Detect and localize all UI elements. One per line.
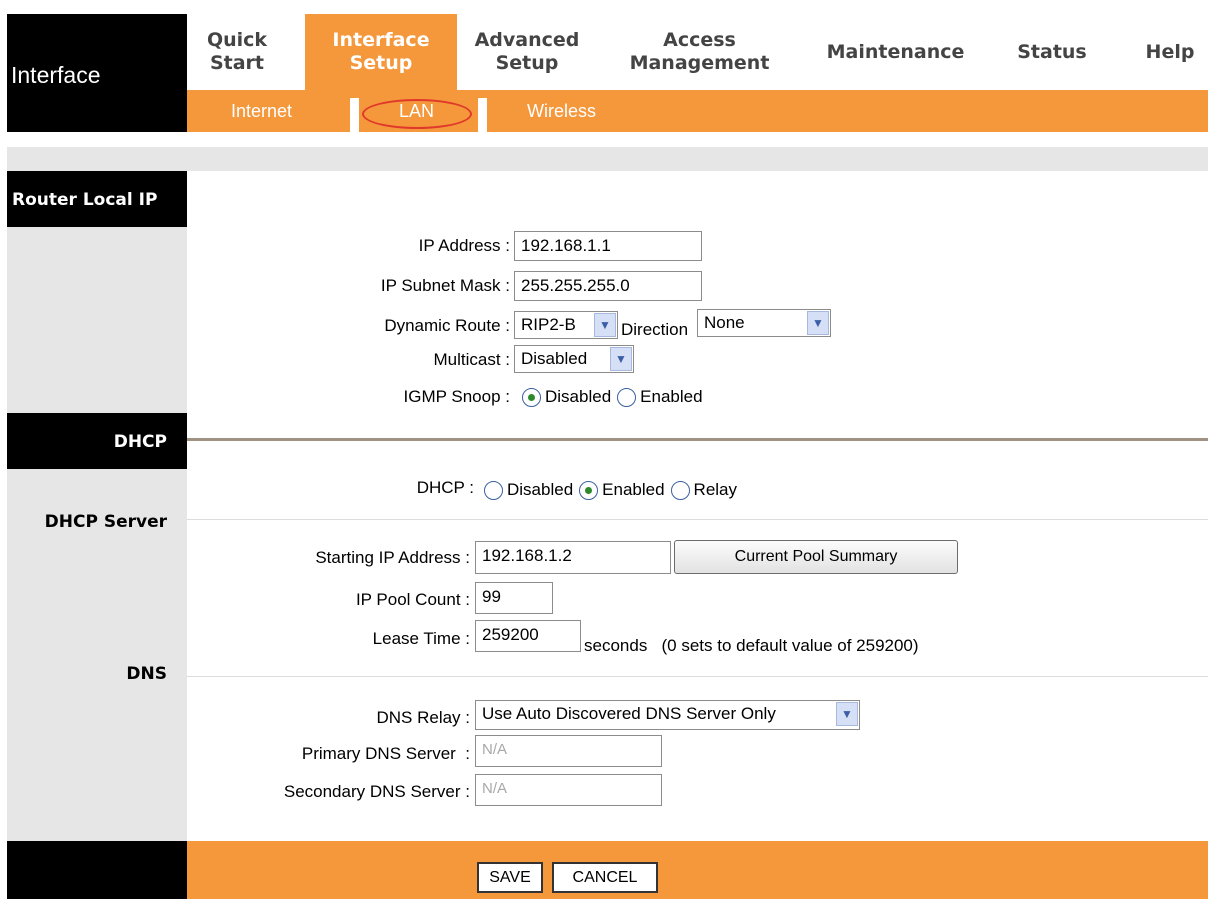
footer-left-block bbox=[7, 841, 187, 899]
divider bbox=[187, 519, 1208, 520]
section-dhcp: DHCP bbox=[7, 413, 187, 469]
ip-pool-count-label: IP Pool Count : bbox=[355, 590, 470, 609]
brand-label: Interface bbox=[11, 62, 101, 88]
ip-pool-count-input[interactable]: 99 bbox=[475, 582, 553, 614]
dhcp-enabled-radio[interactable] bbox=[579, 480, 599, 500]
tab-status[interactable]: Status bbox=[1007, 14, 1097, 90]
top-strip bbox=[0, 0, 1208, 10]
subtab-lan[interactable]: LAN bbox=[399, 90, 434, 132]
brand-block: Interface bbox=[7, 14, 187, 132]
multicast-label: Multicast : bbox=[433, 350, 510, 369]
radio-label: Enabled bbox=[602, 480, 665, 499]
igmp-snoop-radios: Disabled Enabled bbox=[522, 387, 709, 407]
dynamic-route-select[interactable]: RIP2-B ▼ bbox=[514, 311, 618, 339]
lease-time-note: seconds (0 sets to default value of 2592… bbox=[584, 636, 919, 655]
starting-ip-input[interactable]: 192.168.1.2 bbox=[475, 541, 671, 574]
tab-interface-setup[interactable]: Interface Setup bbox=[305, 14, 457, 90]
secondary-dns-input[interactable]: N/A bbox=[475, 774, 662, 806]
dhcp-label: DHCP : bbox=[416, 478, 474, 497]
igmp-enabled-radio[interactable] bbox=[617, 387, 637, 407]
left-column bbox=[7, 171, 187, 841]
ip-address-input[interactable]: 192.168.1.1 bbox=[514, 231, 702, 261]
lease-time-label: Lease Time : bbox=[372, 629, 470, 648]
primary-dns-input[interactable]: N/A bbox=[475, 735, 662, 767]
igmp-snoop-label: IGMP Snoop : bbox=[403, 387, 510, 406]
direction-select[interactable]: None ▼ bbox=[697, 309, 831, 337]
cancel-button[interactable]: CANCEL bbox=[552, 862, 658, 893]
radio-label: Disabled bbox=[545, 387, 612, 406]
main-nav: Quick Start Interface Setup Advanced Set… bbox=[187, 14, 1208, 90]
subtab-separator bbox=[478, 98, 487, 132]
dynamic-route-label: Dynamic Route : bbox=[384, 316, 510, 335]
radio-label: Disabled bbox=[507, 480, 574, 499]
section-title: DHCP bbox=[113, 432, 167, 452]
chevron-down-icon[interactable]: ▼ bbox=[807, 311, 829, 335]
label-dhcp-server: DHCP Server bbox=[44, 512, 167, 532]
dhcp-disabled-radio[interactable] bbox=[484, 480, 503, 500]
dynamic-route-value: RIP2-B bbox=[521, 315, 576, 334]
dns-relay-select[interactable]: Use Auto Discovered DNS Server Only ▼ bbox=[475, 700, 860, 730]
divider bbox=[187, 676, 1208, 677]
dhcp-relay-radio[interactable] bbox=[670, 480, 690, 500]
tab-quick-start[interactable]: Quick Start bbox=[187, 14, 287, 90]
dns-relay-value: Use Auto Discovered DNS Server Only bbox=[482, 704, 776, 723]
section-title: Router Local IP bbox=[12, 190, 158, 210]
footer-bar bbox=[187, 841, 1208, 899]
starting-ip-label: Starting IP Address : bbox=[315, 548, 470, 567]
ip-address-label: IP Address : bbox=[418, 236, 510, 255]
sub-nav: Internet LAN Wireless bbox=[187, 90, 1208, 132]
radio-label: Enabled bbox=[640, 387, 703, 406]
save-button[interactable]: SAVE bbox=[477, 862, 543, 893]
direction-label: Direction bbox=[621, 320, 689, 339]
tab-access-management[interactable]: Access Management bbox=[612, 14, 787, 90]
subtab-wireless[interactable]: Wireless bbox=[527, 90, 596, 132]
dns-relay-label: DNS Relay : bbox=[376, 708, 470, 727]
chevron-down-icon[interactable]: ▼ bbox=[610, 347, 632, 371]
subtab-internet[interactable]: Internet bbox=[231, 90, 292, 132]
direction-value: None bbox=[704, 313, 745, 332]
igmp-disabled-radio[interactable] bbox=[522, 387, 541, 407]
subnet-mask-label: IP Subnet Mask : bbox=[380, 276, 510, 295]
multicast-value: Disabled bbox=[521, 349, 588, 368]
primary-dns-label: Primary DNS Server : bbox=[301, 744, 470, 763]
tab-help[interactable]: Help bbox=[1132, 14, 1208, 90]
label-dns: DNS bbox=[126, 664, 167, 684]
section-router-local-ip: Router Local IP bbox=[7, 171, 187, 227]
radio-label: Relay bbox=[693, 480, 738, 499]
subnet-mask-input[interactable]: 255.255.255.0 bbox=[514, 271, 702, 301]
tab-advanced-setup[interactable]: Advanced Setup bbox=[462, 14, 592, 90]
chevron-down-icon[interactable]: ▼ bbox=[836, 702, 858, 726]
chevron-down-icon[interactable]: ▼ bbox=[594, 313, 616, 337]
current-pool-summary-button[interactable]: Current Pool Summary bbox=[674, 540, 958, 574]
lease-time-input[interactable]: 259200 bbox=[475, 620, 581, 652]
secondary-dns-label: Secondary DNS Server : bbox=[283, 782, 470, 801]
multicast-select[interactable]: Disabled ▼ bbox=[514, 345, 634, 373]
subtab-separator bbox=[350, 98, 359, 132]
spacer-bar bbox=[7, 147, 1208, 171]
divider bbox=[187, 438, 1208, 441]
dhcp-mode-radios: Disabled Enabled Relay bbox=[484, 480, 743, 500]
tab-maintenance[interactable]: Maintenance bbox=[813, 14, 978, 90]
